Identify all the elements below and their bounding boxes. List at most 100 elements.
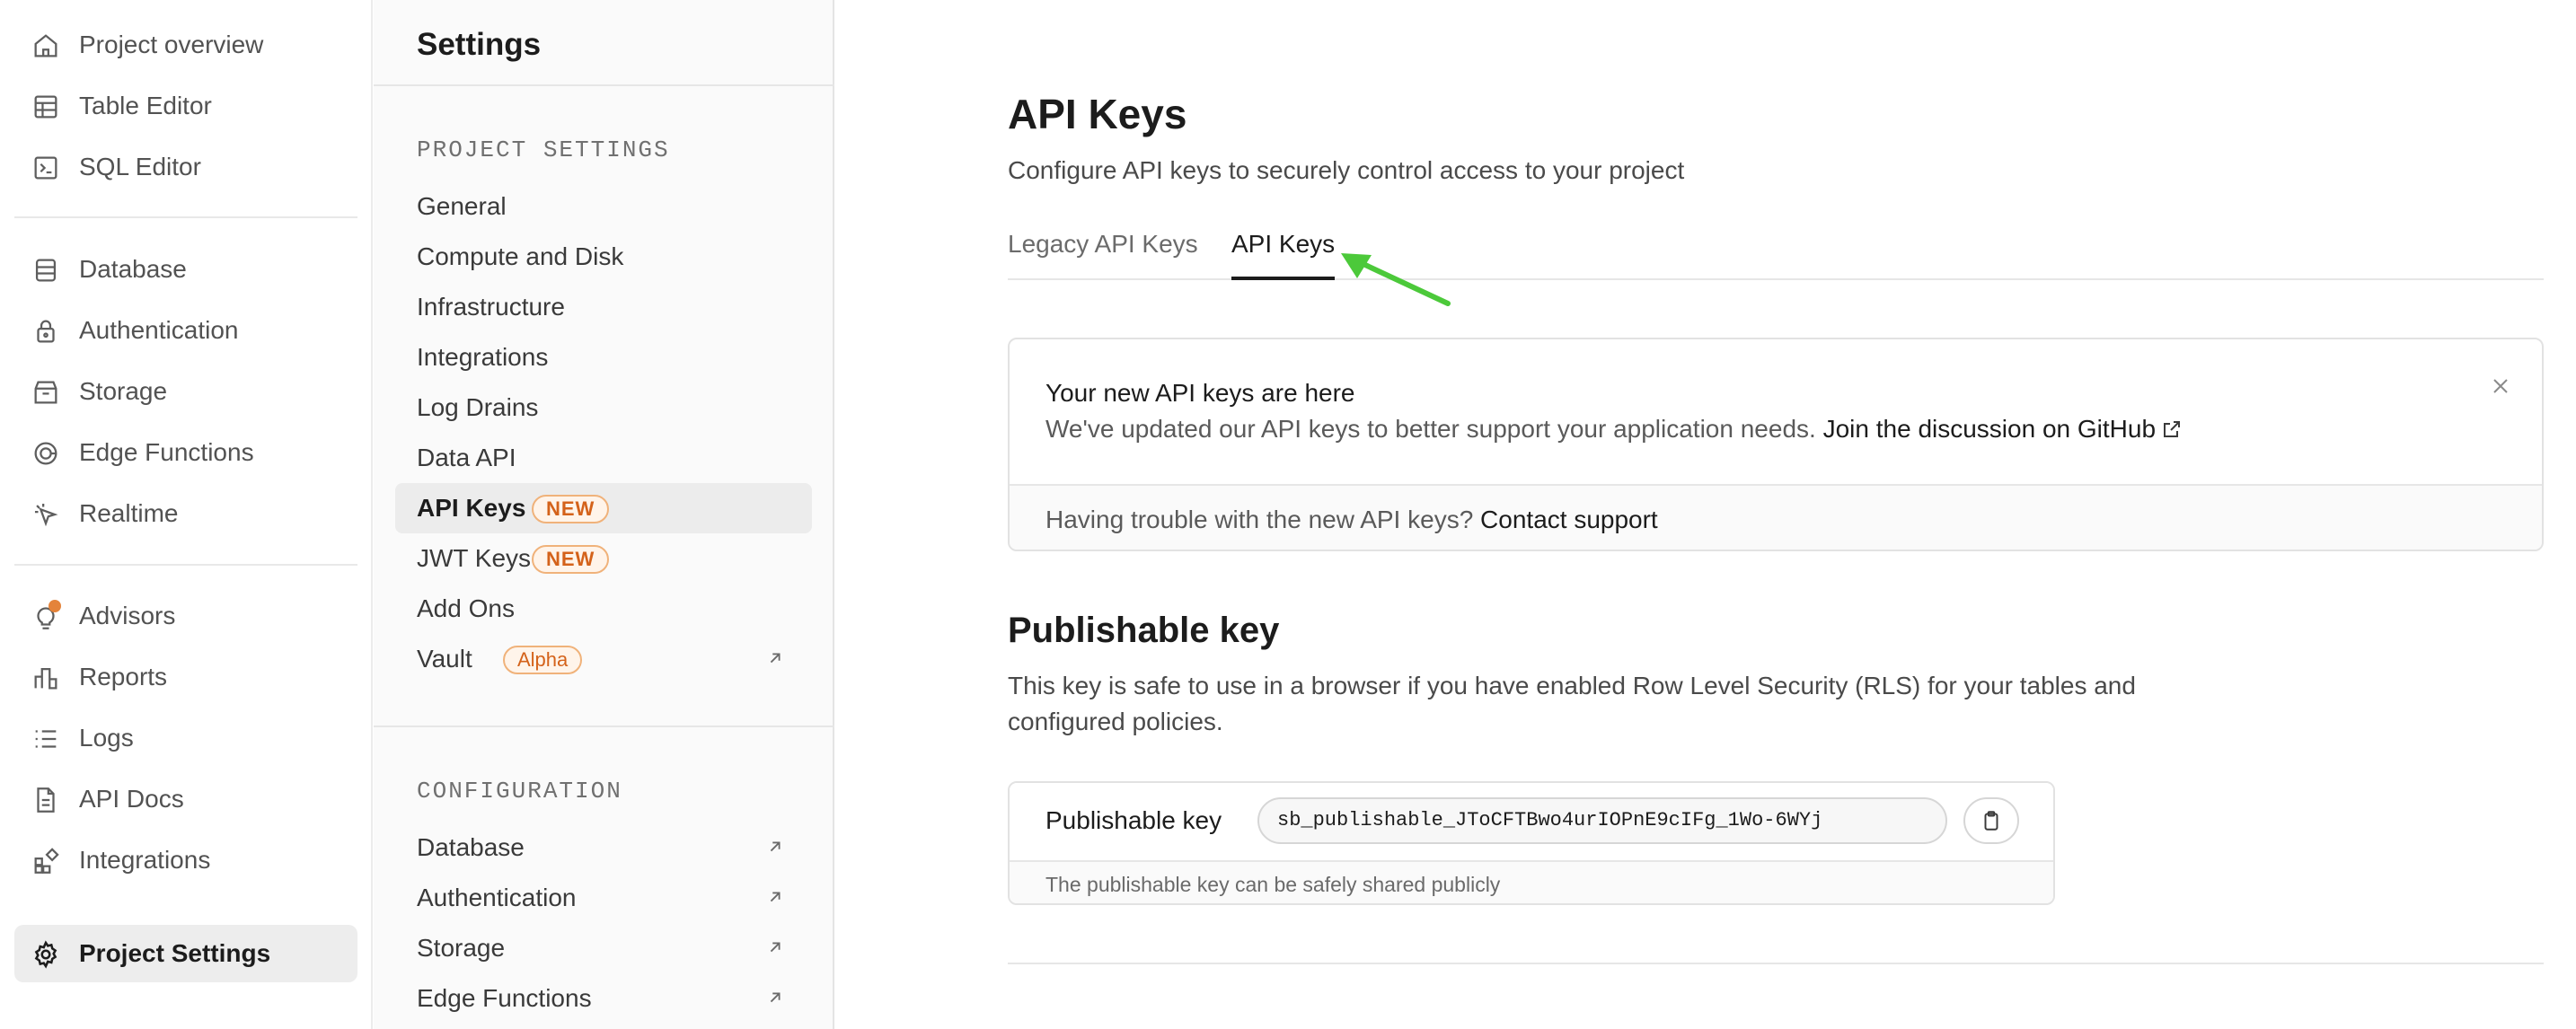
nav-item-sql-editor[interactable]: SQL Editor xyxy=(14,138,357,196)
nav-label: Realtime xyxy=(79,499,179,527)
settings-item-add-ons[interactable]: Add Ons xyxy=(395,584,812,634)
section-title-configuration: CONFIGURATION xyxy=(417,778,622,805)
nav-label: Advisors xyxy=(79,602,176,629)
nav-label: SQL Editor xyxy=(79,153,201,180)
nav-label: Edge Functions xyxy=(79,438,254,466)
new-badge: NEW xyxy=(532,495,610,523)
github-discussion-link[interactable]: Join the discussion on GitHub xyxy=(1823,415,2183,443)
settings-item-api-keys[interactable]: API Keys NEW xyxy=(395,483,812,533)
notice-title: Your new API keys are here xyxy=(1045,379,1355,407)
settings-item-integrations[interactable]: Integrations xyxy=(395,332,812,383)
notice-footer: Having trouble with the new API keys? Co… xyxy=(1010,484,2542,550)
nav-item-edge-functions[interactable]: Edge Functions xyxy=(14,424,357,481)
edge-functions-icon xyxy=(31,438,61,469)
nav-label: Database xyxy=(79,255,187,283)
settings-item-vault[interactable]: Vault Alpha xyxy=(395,634,812,684)
close-icon[interactable] xyxy=(2490,375,2511,397)
publishable-key-row: Publishable key sb_publishable_JToCFTBwo… xyxy=(1010,783,2053,860)
lock-icon xyxy=(31,316,61,347)
alpha-badge: Alpha xyxy=(503,646,583,674)
list-icon xyxy=(31,724,61,754)
nav-item-database[interactable]: Database xyxy=(14,241,357,298)
nav-label: API Docs xyxy=(79,785,184,813)
settings-item-label: Log Drains xyxy=(417,393,539,421)
nav-item-reports[interactable]: Reports xyxy=(14,648,357,706)
nav-label: Project overview xyxy=(79,31,264,58)
settings-title: Settings xyxy=(417,27,542,62)
nav-item-authentication[interactable]: Authentication xyxy=(14,302,357,359)
publishable-key-hint-row: The publishable key can be safely shared… xyxy=(1010,860,2053,903)
external-link-icon xyxy=(2161,418,2183,440)
section-divider xyxy=(1008,963,2544,964)
settings-item-storage[interactable]: Storage xyxy=(395,923,812,973)
tab-api-keys[interactable]: API Keys xyxy=(1231,228,1336,280)
external-link-icon xyxy=(765,937,785,957)
page-subtitle: Configure API keys to securely control a… xyxy=(1008,156,1685,184)
copy-key-button[interactable] xyxy=(1963,797,2019,844)
nav-item-table-editor[interactable]: Table Editor xyxy=(14,77,357,135)
tab-legacy-api-keys[interactable]: Legacy API Keys xyxy=(1008,228,1198,280)
tab-bar: Legacy API Keys API Keys xyxy=(1008,228,2544,280)
settings-item-authentication[interactable]: Authentication xyxy=(395,873,812,923)
settings-item-label: Infrastructure xyxy=(417,293,565,321)
clipboard-icon xyxy=(1980,809,2003,832)
nav-item-project-overview[interactable]: Project overview xyxy=(14,16,357,74)
nav-item-realtime[interactable]: Realtime xyxy=(14,485,357,542)
nav-divider xyxy=(14,564,357,566)
settings-item-jwt-keys[interactable]: JWT Keys NEW xyxy=(395,533,812,584)
chart-icon xyxy=(31,663,61,693)
settings-item-label: Edge Functions xyxy=(417,984,592,1012)
settings-sidebar: Settings PROJECT SETTINGS General Comput… xyxy=(374,0,834,1029)
notice-body: We've updated our API keys to better sup… xyxy=(1045,415,2183,444)
nav-label: Storage xyxy=(79,377,168,405)
gear-icon xyxy=(31,939,61,970)
settings-item-label: Compute and Disk xyxy=(417,242,624,270)
nav-item-logs[interactable]: Logs xyxy=(14,709,357,767)
new-badge: NEW xyxy=(532,545,610,574)
nav-item-project-settings[interactable]: Project Settings xyxy=(14,925,357,982)
annotation-arrow xyxy=(1341,253,1451,306)
nav-item-api-docs[interactable]: API Docs xyxy=(14,770,357,828)
grid-plus-icon xyxy=(31,846,61,876)
nav-label: Authentication xyxy=(79,316,239,344)
nav-item-integrations[interactable]: Integrations xyxy=(14,831,357,889)
nav-item-advisors[interactable]: Advisors xyxy=(14,587,357,645)
settings-item-label: Storage xyxy=(417,934,506,962)
section-title-project-settings: PROJECT SETTINGS xyxy=(417,136,670,163)
nav-label: Logs xyxy=(79,724,134,752)
notice-body-text: We've updated our API keys to better sup… xyxy=(1045,415,1816,443)
publishable-key-title: Publishable key xyxy=(1008,611,1280,650)
notification-dot xyxy=(49,600,61,612)
settings-item-label: Integrations xyxy=(417,343,549,371)
notice-footer-question: Having trouble with the new API keys? xyxy=(1045,506,1474,533)
github-discussion-link-label: Join the discussion on GitHub xyxy=(1822,415,2157,443)
document-icon xyxy=(31,785,61,815)
settings-item-general[interactable]: General xyxy=(395,181,812,232)
publishable-key-label: Publishable key xyxy=(1045,806,1222,834)
nav-label: Reports xyxy=(79,663,168,690)
nav-label: Integrations xyxy=(79,846,211,874)
settings-item-compute-and-disk[interactable]: Compute and Disk xyxy=(395,232,812,282)
publishable-key-field[interactable]: sb_publishable_JToCFTBwo4urIOPnE9cIFg_1W… xyxy=(1257,797,1947,844)
external-link-icon xyxy=(765,887,785,907)
settings-header: Settings xyxy=(374,0,834,86)
nav-item-storage[interactable]: Storage xyxy=(14,363,357,420)
contact-support-link[interactable]: Contact support xyxy=(1480,506,1658,533)
terminal-icon xyxy=(31,153,61,183)
settings-item-database[interactable]: Database xyxy=(395,822,812,873)
home-icon xyxy=(31,31,61,61)
settings-item-edge-functions[interactable]: Edge Functions xyxy=(395,973,812,1024)
external-link-icon xyxy=(765,837,785,857)
new-keys-notice: Your new API keys are here We've updated… xyxy=(1008,338,2544,551)
notice-content: Your new API keys are here We've updated… xyxy=(1010,339,2542,484)
main-content: API Keys Configure API keys to securely … xyxy=(836,0,2576,1029)
settings-item-label: Authentication xyxy=(417,884,577,911)
database-icon xyxy=(31,255,61,286)
publishable-key-card: Publishable key sb_publishable_JToCFTBwo… xyxy=(1008,781,2055,905)
settings-item-log-drains[interactable]: Log Drains xyxy=(395,383,812,433)
settings-item-infrastructure[interactable]: Infrastructure xyxy=(395,282,812,332)
external-link-icon xyxy=(765,988,785,1007)
settings-item-data-api[interactable]: Data API xyxy=(395,433,812,483)
settings-item-label: JWT Keys xyxy=(417,544,532,572)
settings-item-label: Database xyxy=(417,833,525,861)
